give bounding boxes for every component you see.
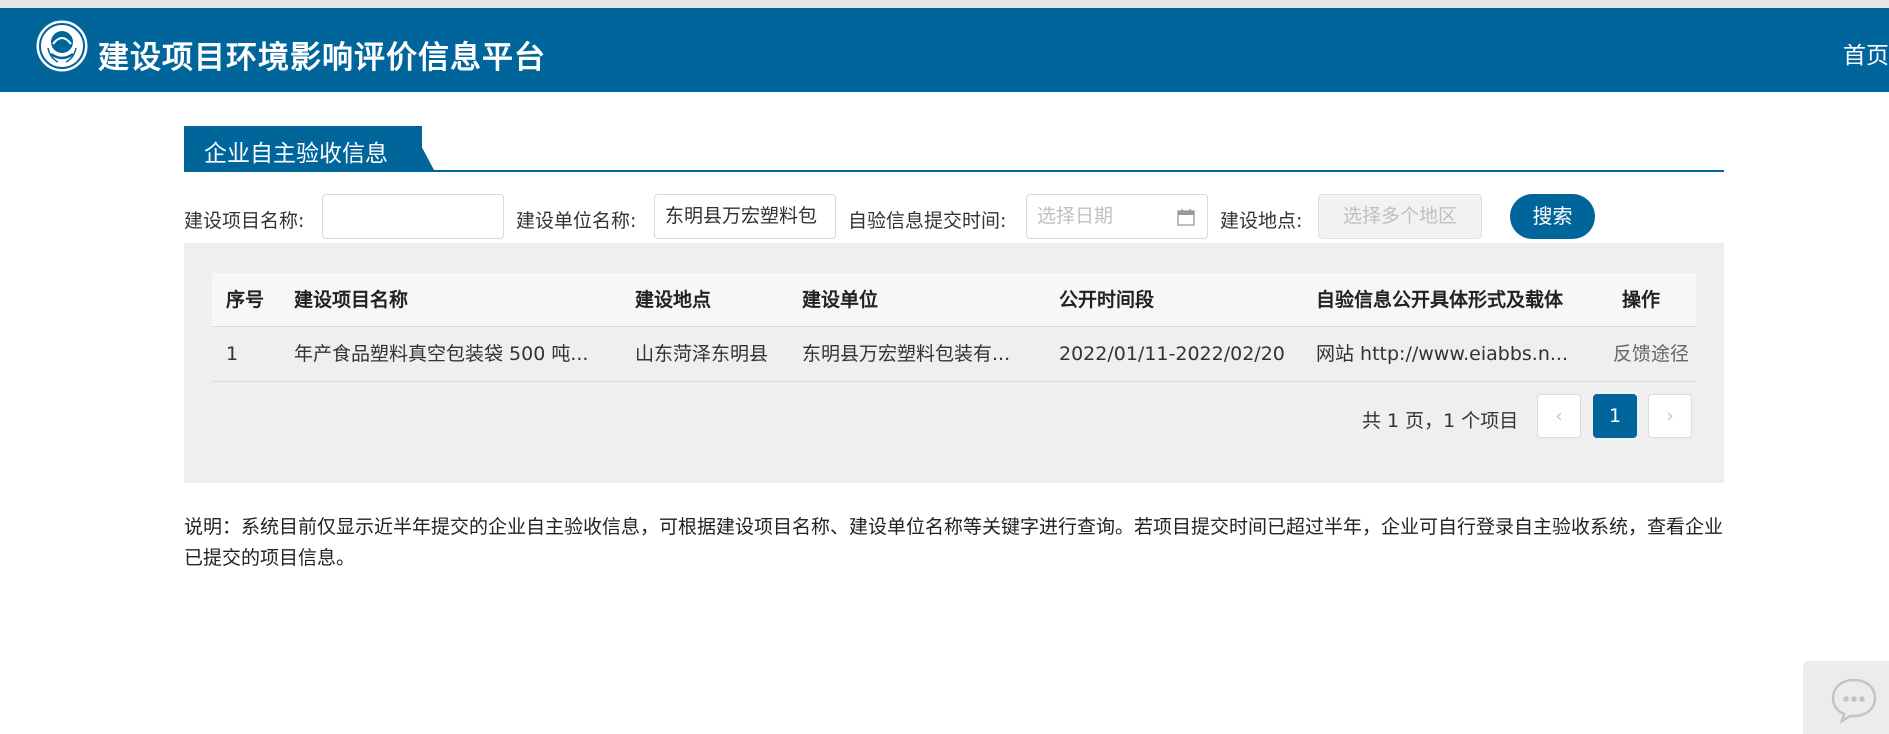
- pagination-summary: 共 1 页，1 个项目: [1362, 410, 1519, 432]
- section-underline: [184, 170, 1724, 172]
- row-period: 2022/01/11-2022/02/20: [1059, 343, 1285, 365]
- results-table: 序号 建设项目名称 建设地点 建设单位 公开时间段 自验信息公开具体形式及载体 …: [212, 273, 1696, 382]
- chat-widget[interactable]: [1803, 661, 1889, 734]
- mee-emblem-icon[interactable]: [34, 18, 90, 74]
- top-border: [0, 0, 1889, 8]
- col-period: 公开时间段: [1059, 289, 1155, 311]
- chat-bubble-icon: [1831, 678, 1877, 724]
- next-page-button[interactable]: ›: [1648, 394, 1692, 438]
- page-1-button[interactable]: 1: [1593, 394, 1637, 438]
- search-button[interactable]: 搜索: [1510, 194, 1595, 239]
- results-panel: 序号 建设项目名称 建设地点 建设单位 公开时间段 自验信息公开具体形式及载体 …: [184, 243, 1724, 483]
- row-unit: 东明县万宏塑料包装有...: [802, 343, 1011, 365]
- table-header: 序号 建设项目名称 建设地点 建设单位 公开时间段 自验信息公开具体形式及载体 …: [212, 273, 1696, 327]
- search-form: 建设项目名称: 建设单位名称: 东明县万宏塑料包 自验信息提交时间: 选择日期 …: [184, 194, 1604, 240]
- col-index: 序号: [226, 289, 265, 311]
- col-unit: 建设单位: [802, 289, 879, 311]
- chevron-left-icon: ‹: [1555, 405, 1563, 427]
- section-title: 企业自主验收信息: [184, 126, 422, 170]
- prev-page-button[interactable]: ‹: [1537, 394, 1581, 438]
- location-select[interactable]: 选择多个地区: [1318, 194, 1482, 239]
- project-name-input[interactable]: [322, 194, 504, 239]
- unit-name-label: 建设单位名称:: [516, 210, 637, 232]
- feedback-link[interactable]: 反馈途径: [1613, 327, 1689, 381]
- project-name-label: 建设项目名称:: [184, 210, 305, 232]
- col-project: 建设项目名称: [294, 289, 409, 311]
- row-location: 山东菏泽东明县: [635, 343, 769, 365]
- calendar-icon: [1177, 209, 1195, 226]
- submit-time-label: 自验信息提交时间:: [848, 210, 1007, 232]
- table-row: 1 年产食品塑料真空包装袋 500 吨... 山东菏泽东明县 东明县万宏塑料包装…: [212, 327, 1696, 382]
- submit-date-picker[interactable]: 选择日期: [1026, 194, 1208, 239]
- row-project: 年产食品塑料真空包装袋 500 吨...: [294, 343, 589, 365]
- col-location: 建设地点: [635, 289, 712, 311]
- col-action: 操作: [1622, 289, 1661, 311]
- col-carrier: 自验信息公开具体形式及载体: [1316, 289, 1564, 311]
- row-carrier: 网站 http://www.eiabbs.n...: [1316, 343, 1568, 365]
- nav-home-link[interactable]: 首页: [1843, 36, 1889, 70]
- location-label: 建设地点:: [1220, 210, 1303, 232]
- chevron-right-icon: ›: [1666, 405, 1674, 427]
- unit-name-input[interactable]: 东明县万宏塑料包: [654, 194, 836, 239]
- site-title: 建设项目环境影响评价信息平台: [98, 40, 546, 76]
- site-header: 建设项目环境影响评价信息平台 首页: [0, 8, 1889, 92]
- notice-text: 说明：系统目前仅显示近半年提交的企业自主验收信息，可根据建设项目名称、建设单位名…: [184, 516, 1724, 569]
- submit-date-placeholder: 选择日期: [1037, 205, 1114, 227]
- row-index: 1: [226, 343, 239, 365]
- pagination: 共 1 页，1 个项目 ‹ 1 ›: [184, 394, 1696, 439]
- section-header: 企业自主验收信息: [184, 126, 1724, 172]
